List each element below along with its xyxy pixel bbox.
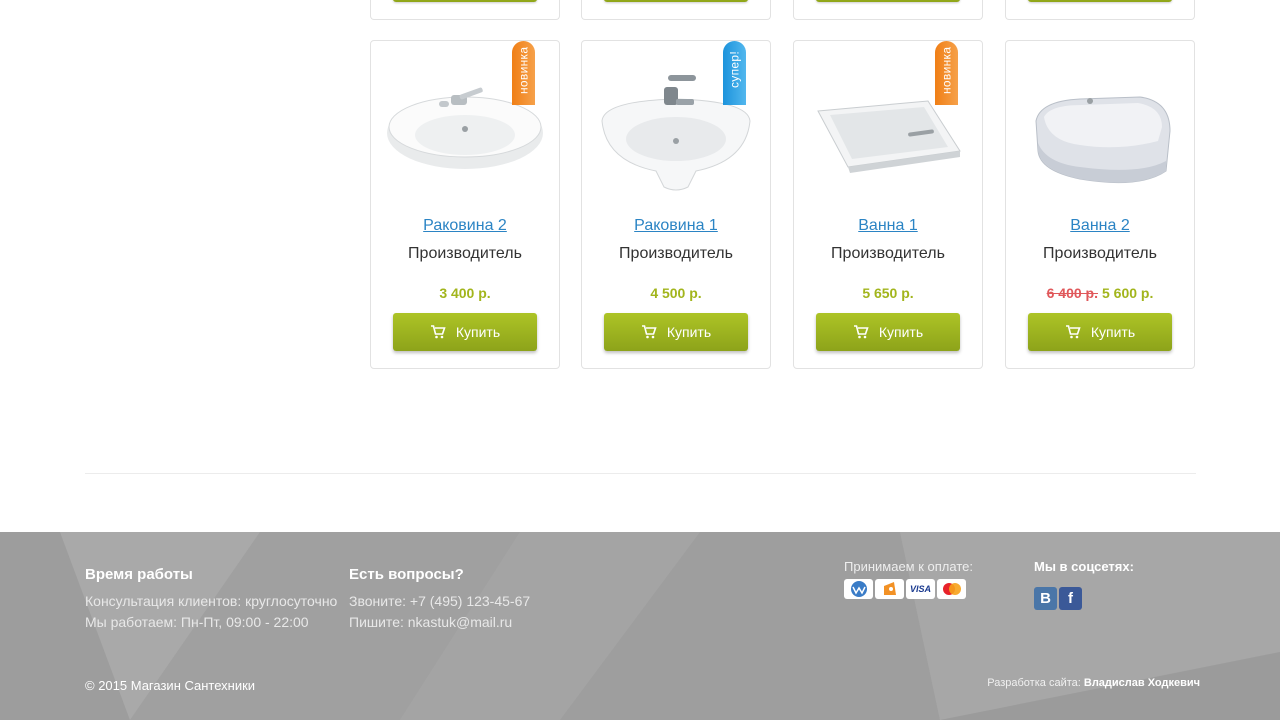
product-card: супер! Раковина 1 Производитель 4 500 р.… <box>581 40 771 369</box>
cart-icon <box>853 325 869 339</box>
old-price: 6 400 р. <box>1046 285 1098 301</box>
phone-line[interactable]: Звоните: +7 (495) 123-45-67 <box>349 591 530 612</box>
product-manufacturer: Производитель <box>831 245 945 262</box>
developer-credit: Разработка сайта: Владислав Ходкевич <box>987 677 1200 689</box>
product-title-link[interactable]: Ванна 2 <box>1006 217 1194 235</box>
working-hours-block: Время работы Консультация клиентов: круг… <box>85 566 337 633</box>
social-icons: В f <box>1034 587 1134 610</box>
product-manufacturer: Производитель <box>1043 245 1157 262</box>
product-card-partial <box>370 0 560 20</box>
page: новинка Раковина 2 Производитель 3 400 р… <box>0 0 1280 720</box>
product-price: 3 400 р. <box>371 285 559 301</box>
facebook-icon[interactable]: f <box>1059 587 1082 610</box>
content-divider <box>85 473 1196 474</box>
product-title-link[interactable]: Раковина 2 <box>371 217 559 235</box>
badge-new: новинка <box>935 41 958 105</box>
buy-button[interactable]: Купить <box>816 313 960 351</box>
vk-icon[interactable]: В <box>1034 587 1057 610</box>
social-block: Мы в соцсетях: В f <box>1034 559 1134 610</box>
current-price: 5 600 р. <box>1102 285 1154 301</box>
buy-button[interactable]: Купить <box>393 313 537 351</box>
product-manufacturer: Производитель <box>408 245 522 262</box>
buy-button-partial[interactable] <box>1028 0 1172 2</box>
consultation-hours: Консультация клиентов: круглосуточно <box>85 593 338 609</box>
product-card: новинка Ванна 1 Производитель 5 650 р. К… <box>793 40 983 369</box>
visa-icon: VISA <box>906 579 935 599</box>
developer-name-link[interactable]: Владислав Ходкевич <box>1084 677 1200 689</box>
cart-icon <box>1065 325 1081 339</box>
product-card-partial <box>581 0 771 20</box>
questions-block: Есть вопросы? Звоните: +7 (495) 123-45-6… <box>349 566 530 633</box>
facebook-icon-text: f <box>1068 590 1073 607</box>
badge-super: супер! <box>723 41 746 105</box>
current-price: 4 500 р. <box>650 285 702 301</box>
product-card: Ванна 2 Производитель 6 400 р. 5 600 р. К… <box>1005 40 1195 369</box>
current-price: 5 650 р. <box>862 285 914 301</box>
badge-new: новинка <box>512 41 535 105</box>
product-title-link[interactable]: Ванна 1 <box>794 217 982 235</box>
buy-button-label: Купить <box>878 324 924 340</box>
previous-row-cards <box>370 0 1195 21</box>
buy-button[interactable]: Купить <box>1028 313 1172 351</box>
buy-button-partial[interactable] <box>604 0 748 2</box>
buy-button-partial[interactable] <box>816 0 960 2</box>
questions-title: Есть вопросы? <box>349 566 464 583</box>
payment-block: Принимаем к оплате: VISA <box>844 559 973 599</box>
site-footer: Время работы Консультация клиентов: круг… <box>0 532 1280 720</box>
social-label: Мы в соцсетях: <box>1034 559 1134 574</box>
buy-button-label: Купить <box>1090 324 1136 340</box>
visa-icon-text: VISA <box>909 584 931 594</box>
email-line[interactable]: Пишите: nkastuk@mail.ru <box>349 612 530 633</box>
product-grid: новинка Раковина 2 Производитель 3 400 р… <box>370 40 1195 369</box>
payment-label: Принимаем к оплате: <box>844 559 973 574</box>
buy-button-partial[interactable] <box>393 0 537 2</box>
product-price: 5 650 р. <box>794 285 982 301</box>
working-hours-title: Время работы <box>85 566 193 583</box>
mastercard-icon <box>937 579 966 599</box>
cart-icon <box>641 325 657 339</box>
product-price: 6 400 р. 5 600 р. <box>1006 285 1194 301</box>
product-card-partial <box>1005 0 1195 20</box>
payment-icons: VISA <box>844 579 973 599</box>
product-card: новинка Раковина 2 Производитель 3 400 р… <box>370 40 560 369</box>
current-price: 3 400 р. <box>439 285 491 301</box>
vk-icon-text: В <box>1040 590 1051 607</box>
cart-icon <box>430 325 446 339</box>
product-card-partial <box>793 0 983 20</box>
product-title-link[interactable]: Раковина 1 <box>582 217 770 235</box>
product-image-corner-bathtub[interactable] <box>1020 51 1180 211</box>
product-manufacturer: Производитель <box>619 245 733 262</box>
developer-label: Разработка сайта: <box>987 677 1081 689</box>
buy-button[interactable]: Купить <box>604 313 748 351</box>
work-schedule: Мы работаем: Пн-Пт, 09:00 - 22:00 <box>85 614 309 630</box>
copyright: © 2015 Магазин Сантехники <box>85 678 256 693</box>
webmoney-icon <box>844 579 873 599</box>
yandex-money-icon <box>875 579 904 599</box>
product-price: 4 500 р. <box>582 285 770 301</box>
buy-button-label: Купить <box>455 324 501 340</box>
buy-button-label: Купить <box>666 324 712 340</box>
